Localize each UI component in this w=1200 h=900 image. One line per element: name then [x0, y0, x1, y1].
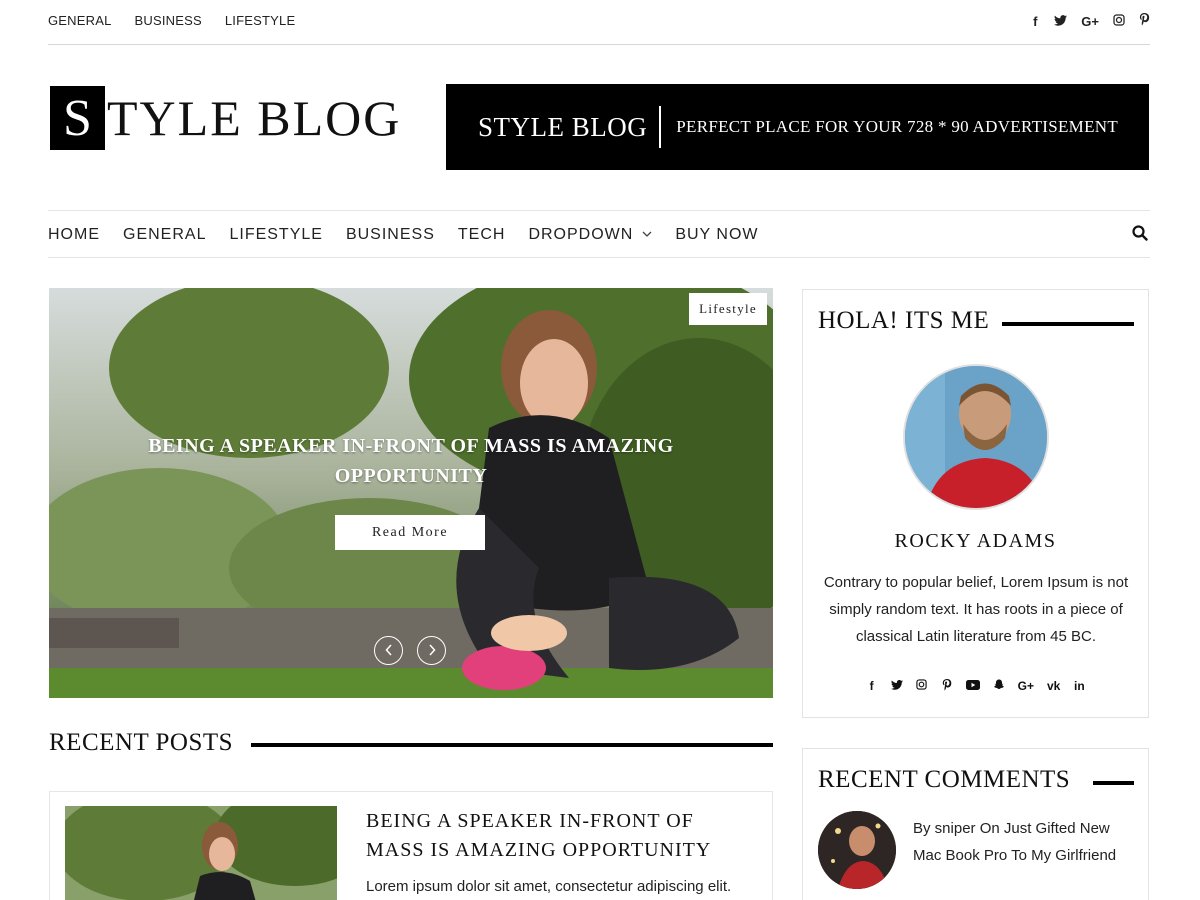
facebook-icon[interactable]: f: [1030, 14, 1040, 29]
menu-item-general[interactable]: GENERAL: [123, 226, 206, 244]
menu-item-tech[interactable]: TECH: [458, 226, 506, 244]
youtube-icon[interactable]: [965, 679, 980, 694]
pinterest-icon[interactable]: [1139, 13, 1150, 29]
menu-item-dropdown[interactable]: DROPDOWN: [528, 226, 652, 244]
recent-comments-widget: RECENT COMMENTS By sniper On Just Gifted…: [802, 748, 1149, 900]
recent-posts-rule: [251, 743, 773, 747]
vk-icon[interactable]: vk: [1047, 679, 1060, 694]
menu-item-business[interactable]: BUSINESS: [346, 226, 435, 244]
hero-image: [49, 288, 773, 698]
post-excerpt: Lorem ipsum dolor sit amet, consectetur …: [366, 878, 732, 895]
logo-text: TYLE BLOG: [107, 90, 402, 146]
snapchat-icon[interactable]: [993, 679, 1005, 694]
read-more-button[interactable]: Read More: [335, 515, 485, 550]
featured-slider[interactable]: Lifestyle BEING A SPEAKER IN-FRONT OF MA…: [49, 288, 773, 698]
ad-text: PERFECT PLACE FOR YOUR 728 * 90 ADVERTIS…: [676, 117, 1119, 136]
google-plus-icon[interactable]: G+: [1081, 14, 1099, 29]
top-bar: GENERAL BUSINESS LIFESTYLE f G+: [48, 0, 1150, 45]
post-thumbnail[interactable]: [65, 806, 337, 900]
post-card[interactable]: BEING A SPEAKER IN-FRONT OF MASS IS AMAZ…: [49, 791, 773, 900]
top-social-links: f G+: [1030, 13, 1150, 29]
ad-title: STYLE BLOG: [478, 111, 648, 142]
top-nav: GENERAL BUSINESS LIFESTYLE: [48, 13, 295, 28]
slider-next-button[interactable]: [417, 636, 446, 665]
top-nav-lifestyle[interactable]: LIFESTYLE: [225, 13, 295, 28]
commenter-avatar[interactable]: [818, 811, 896, 889]
chevron-right-icon: [428, 643, 436, 659]
google-plus-icon[interactable]: G+: [1018, 679, 1034, 694]
menu-item-buy-now[interactable]: BUY NOW: [675, 226, 758, 244]
top-nav-general[interactable]: GENERAL: [48, 13, 112, 28]
chevron-down-icon: [642, 230, 652, 241]
slider-prev-button[interactable]: [374, 636, 403, 665]
instagram-icon[interactable]: [916, 679, 928, 694]
about-widget: HOLA! ITS ME ROCKY ADAMS Contrary to pop…: [802, 289, 1149, 718]
twitter-icon[interactable]: [890, 679, 903, 694]
search-icon[interactable]: [1132, 225, 1150, 243]
author-name: ROCKY ADAMS: [894, 530, 1057, 552]
site-logo[interactable]: S TYLE BLOG: [50, 86, 401, 150]
avatar: [903, 364, 1049, 510]
linkedin-icon[interactable]: in: [1073, 679, 1085, 694]
post-title[interactable]: BEING A SPEAKER IN-FRONT OF MASS IS AMAZ…: [366, 807, 756, 865]
top-nav-business[interactable]: BUSINESS: [135, 13, 202, 28]
chevron-left-icon: [384, 643, 393, 659]
author-social-links: f G+ vk in: [803, 679, 1148, 694]
recent-comments-rule: [1093, 781, 1134, 785]
menu-item-home[interactable]: HOME: [48, 226, 100, 244]
recent-posts-heading: RECENT POSTS: [49, 729, 234, 756]
advertisement-banner[interactable]: STYLE BLOG PERFECT PLACE FOR YOUR 728 * …: [446, 84, 1149, 170]
category-badge[interactable]: Lifestyle: [689, 293, 767, 325]
facebook-icon[interactable]: f: [866, 679, 878, 694]
main-menu: HOME GENERAL LIFESTYLE BUSINESS TECH DRO…: [48, 226, 758, 244]
hero-title[interactable]: BEING A SPEAKER IN-FRONT OF MASS IS AMAZ…: [121, 431, 701, 491]
twitter-icon[interactable]: [1054, 14, 1068, 29]
about-widget-heading: HOLA! ITS ME: [818, 307, 990, 334]
author-bio: Contrary to popular belief, Lorem Ipsum …: [823, 574, 1129, 645]
ad-divider: [659, 106, 662, 148]
menu-item-dropdown-label: DROPDOWN: [528, 226, 634, 243]
main-navigation: HOME GENERAL LIFESTYLE BUSINESS TECH DRO…: [48, 210, 1150, 258]
comment-text[interactable]: By sniper On Just Gifted New Mac Book Pr…: [913, 815, 1138, 869]
about-widget-rule: [1002, 322, 1134, 326]
instagram-icon[interactable]: [1113, 13, 1125, 29]
recent-comments-heading: RECENT COMMENTS: [818, 766, 1071, 793]
pinterest-icon[interactable]: [941, 679, 953, 694]
logo-initial: S: [50, 86, 105, 150]
menu-item-lifestyle[interactable]: LIFESTYLE: [229, 226, 322, 244]
